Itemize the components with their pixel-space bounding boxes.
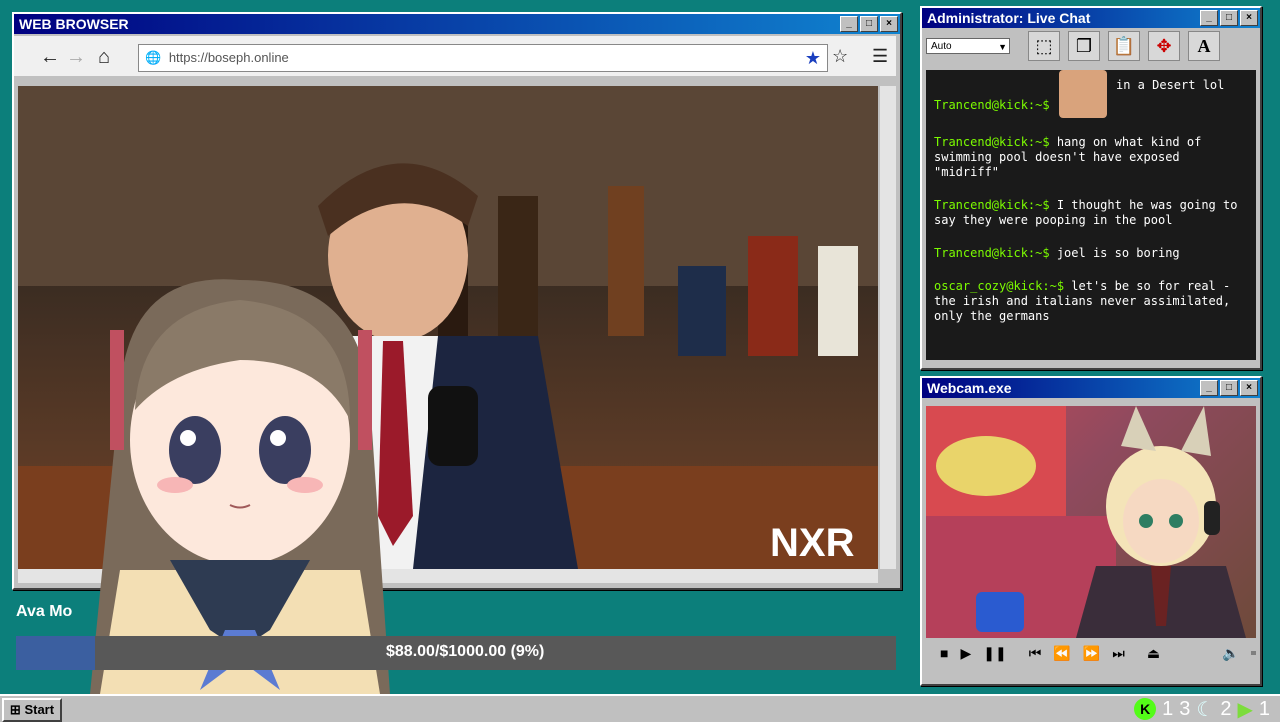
chat-username: Trancend@kick:~$ [934,198,1050,212]
font-size-value: Auto [931,41,952,52]
goal-progress-fill [16,636,96,670]
copy-icon[interactable]: ❐ [1068,31,1100,61]
paste-icon[interactable]: 📋 [1108,31,1140,61]
kick-icon[interactable]: K [1134,698,1157,720]
rewind-icon[interactable]: ⏪ [1053,645,1070,662]
webcam-window: Webcam.exe _ □ × ■ ▶ ❚❚ ⏮ ⏪ ⏩ ⏭ ⏏ 🔈 [920,376,1262,686]
volume-icon[interactable]: 🔈 [1222,645,1239,662]
chat-title: Administrator: Live Chat [927,10,1091,26]
menu-icon[interactable]: ☰ [872,46,888,67]
minimize-button[interactable]: _ [840,16,858,32]
address-bar[interactable]: 🌐 https://boseph.online ★ [138,44,828,72]
url-text: https://boseph.online [168,50,289,65]
goal-progress-text: $88.00/$1000.00 (9%) [386,643,545,660]
browser-toolbar: ← → ⌂ 🌐 https://boseph.online ★ ☆ ☰ [14,36,896,76]
moon-icon[interactable]: ☾ [1196,697,1214,722]
chat-username: Trancend@kick:~$ [934,98,1050,112]
chat-username: oscar_cozy@kick:~$ [934,279,1065,293]
tray-count: 2 [1220,697,1232,720]
chat-message: Trancend@kick:~$ I thought he was going … [934,198,1248,228]
maximize-button[interactable]: □ [1220,10,1238,26]
vertical-scrollbar[interactable] [880,86,896,569]
vtuber-avatar [90,279,390,694]
taskbar: ⊞ Start K 1 3 ☾ 2 ▶ 1 [0,694,1280,722]
chat-username: Trancend@kick:~$ [934,135,1050,149]
chat-window: Administrator: Live Chat _ □ × Auto ▼ ⬚ … [920,6,1262,370]
goal-progress-bar: $88.00/$1000.00 (9%) [16,636,896,670]
move-icon[interactable]: ✥ [1148,31,1180,61]
forward-icon[interactable]: → [66,46,86,69]
windows-logo-icon: ⊞ [9,702,21,717]
close-button[interactable]: × [880,16,898,32]
rumble-icon[interactable]: ▶ [1237,697,1252,722]
tray-count: 1 [1162,697,1174,720]
play-icon[interactable]: ▶ [960,645,971,662]
pause-icon[interactable]: ❚❚ [983,645,1006,662]
chat-log[interactable]: Trancend@kick:~$ in a Desert lol Trancen… [926,70,1256,360]
skip-end-icon[interactable]: ⏭ [1112,645,1125,662]
select-icon[interactable]: ⬚ [1028,31,1060,61]
back-icon[interactable]: ← [40,46,60,69]
eject-icon[interactable]: ⏏ [1147,645,1160,662]
webcam-title-bar[interactable]: Webcam.exe _ □ × [922,378,1260,398]
goal-name: Ava Mo [16,603,73,620]
system-tray: K 1 3 ☾ 2 ▶ 1 [1134,696,1270,722]
minimize-button[interactable]: _ [1200,10,1218,26]
stop-icon[interactable]: ■ [940,645,948,661]
fast-forward-icon[interactable]: ⏩ [1083,645,1100,662]
browser-title: WEB BROWSER [19,16,129,32]
browser-title-bar[interactable]: WEB BROWSER _ □ × [14,14,900,34]
maximize-button[interactable]: □ [860,16,878,32]
webcam-scene [926,406,1246,638]
media-controls: ■ ▶ ❚❚ ⏮ ⏪ ⏩ ⏭ ⏏ 🔈 [926,640,1256,666]
close-button[interactable]: × [1240,10,1258,26]
home-icon[interactable]: ⌂ [98,46,110,69]
start-label: Start [24,702,55,717]
font-size-select[interactable]: Auto ▼ [926,38,1010,54]
globe-icon: 🌐 [145,50,162,65]
favorite-icon[interactable]: ☆ [832,46,848,67]
chat-username: Trancend@kick:~$ [934,246,1050,260]
chat-message: oscar_cozy@kick:~$ let's be so for real … [934,279,1248,324]
skip-start-icon[interactable]: ⏮ [1029,645,1042,662]
chat-toolbar: Auto ▼ ⬚ ❐ 📋 ✥ A [922,31,1256,61]
volume-slider[interactable] [1251,651,1256,655]
tray-count: 1 [1258,697,1270,720]
start-button[interactable]: ⊞ Start [2,698,62,722]
minimize-button[interactable]: _ [1200,380,1218,396]
tray-count: 3 [1179,697,1191,720]
chat-text: in a Desert lol [1116,78,1225,92]
chat-message: Trancend@kick:~$ in a Desert lol [934,70,1248,118]
chat-emote [1059,70,1107,118]
webcam-feed [926,406,1256,638]
chat-text: joel is so boring [1056,246,1180,260]
maximize-button[interactable]: □ [1220,380,1238,396]
bookmark-star-icon[interactable]: ★ [805,45,821,71]
close-button[interactable]: × [1240,380,1258,396]
font-icon[interactable]: A [1188,31,1220,61]
chevron-down-icon: ▼ [998,42,1007,52]
video-watermark: NXR [770,521,855,565]
chat-message: Trancend@kick:~$ hang on what kind of sw… [934,135,1248,180]
webcam-title: Webcam.exe [927,380,1012,396]
chat-message: Trancend@kick:~$ joel is so boring [934,246,1248,261]
chat-title-bar[interactable]: Administrator: Live Chat _ □ × [922,8,1260,28]
